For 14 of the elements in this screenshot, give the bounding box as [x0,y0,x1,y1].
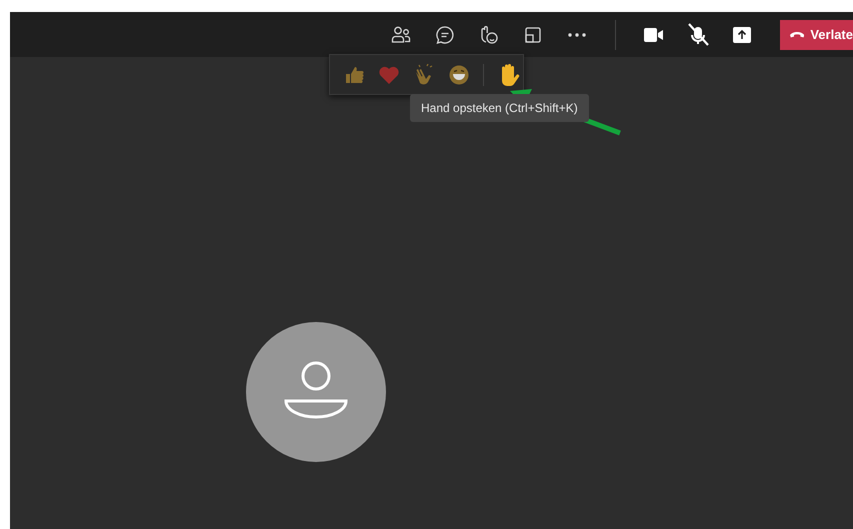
leave-button[interactable]: Verlate [780,20,853,50]
chat-icon [435,24,455,44]
tooltip: Hand opsteken (Ctrl+Shift+K) [410,94,589,122]
thumbs-up-icon [344,64,364,84]
hand-smiley-icon [479,24,499,44]
heart-icon [378,64,400,84]
camera-icon [644,28,664,42]
share-icon [733,26,751,42]
window-icon [524,26,542,44]
more-icon [568,32,586,36]
people-icon [391,26,411,44]
phone-icon [790,30,804,38]
laughing-face-icon [448,64,469,84]
mic-off-icon [686,22,710,46]
